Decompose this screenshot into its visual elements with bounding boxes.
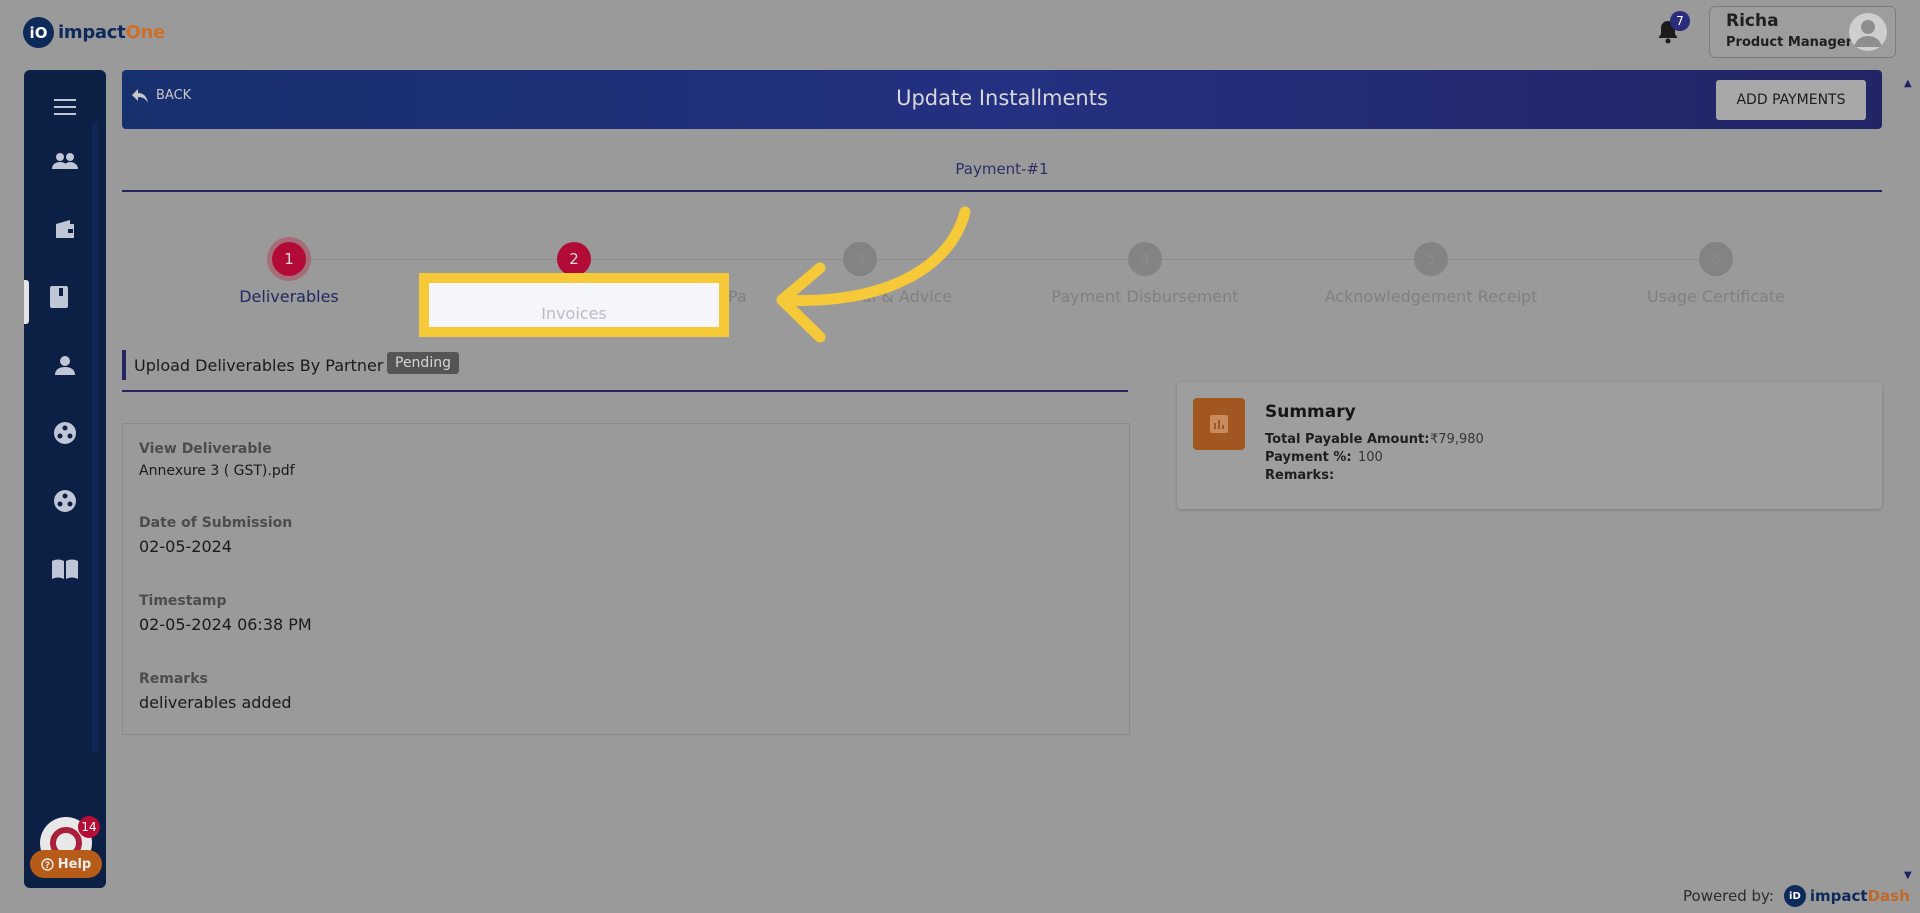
step-acknowledgement-receipt[interactable]: 5 Acknowledgement Receipt bbox=[1311, 242, 1551, 306]
summary-card: Summary Total Payable Amount: ₹79,980 Pa… bbox=[1177, 382, 1882, 509]
summary-title: Summary bbox=[1265, 402, 1356, 422]
section-accent-bar bbox=[122, 350, 126, 380]
help-label: Help bbox=[57, 856, 92, 872]
step-payment-disbursement[interactable]: 4 Payment Disbursement bbox=[1025, 242, 1265, 306]
remarks-label: Remarks bbox=[139, 671, 208, 687]
step-label: Deliverables bbox=[239, 287, 339, 306]
date-of-submission-value: 02-05-2024 bbox=[139, 537, 232, 556]
step-number: 5 bbox=[1414, 242, 1448, 276]
step-deliverables[interactable]: 1 Deliverables bbox=[169, 242, 409, 306]
user-avatar-icon bbox=[1849, 13, 1887, 51]
book-icon[interactable] bbox=[44, 282, 74, 312]
person-icon[interactable] bbox=[50, 350, 80, 380]
scroll-up-arrow-icon[interactable]: ▲ bbox=[1904, 78, 1912, 89]
step-label: Acknowledgement Receipt bbox=[1324, 287, 1538, 306]
deliverable-details-card: View Deliverable Annexure 3 ( GST).pdf D… bbox=[122, 423, 1130, 735]
user-menu[interactable]: Richa Product Manager bbox=[1709, 6, 1896, 58]
invoices-step-highlight[interactable]: Invoices bbox=[419, 273, 729, 337]
tab-payment-1[interactable]: Payment-#1 bbox=[122, 150, 1882, 192]
payment-percent-value: 100 bbox=[1358, 450, 1383, 465]
menu-icon[interactable] bbox=[50, 92, 80, 122]
step-number: 1 bbox=[272, 242, 306, 276]
users-icon[interactable] bbox=[50, 146, 80, 176]
date-of-submission-label: Date of Submission bbox=[139, 515, 293, 531]
highlight-label: Invoices bbox=[541, 304, 607, 323]
user-role: Product Manager bbox=[1726, 35, 1853, 50]
timestamp-label: Timestamp bbox=[139, 593, 227, 609]
wallet-icon[interactable] bbox=[50, 214, 80, 244]
group-icon[interactable] bbox=[50, 486, 80, 516]
section-title: Upload Deliverables By Partner bbox=[134, 356, 384, 375]
add-payments-button[interactable]: ADD PAYMENTS bbox=[1716, 80, 1866, 120]
deliverable-file-link[interactable]: Annexure 3 ( GST).pdf bbox=[139, 463, 295, 479]
page-title: Update Installments bbox=[896, 86, 1108, 110]
step-label: Payment Disbursement bbox=[1051, 287, 1239, 306]
view-deliverable-label: View Deliverable bbox=[139, 441, 272, 457]
impactdash-logo: iD impactDash bbox=[1783, 885, 1910, 907]
top-bar: iO impactOne 7 Richa Product Manager bbox=[0, 0, 1920, 66]
upload-deliverables-header: Upload Deliverables By Partner Pending bbox=[122, 350, 1128, 392]
pointer-arrow-icon bbox=[776, 206, 971, 343]
scroll-down-arrow-icon[interactable]: ▼ bbox=[1904, 870, 1912, 881]
help-button[interactable]: ? Help bbox=[30, 850, 102, 878]
status-badge: Pending bbox=[387, 352, 459, 374]
total-payable-value: ₹79,980 bbox=[1430, 432, 1484, 447]
step-invoices[interactable]: 2 bbox=[454, 242, 694, 276]
help-icon: ? bbox=[41, 857, 54, 871]
step-label: Usage Certificate bbox=[1646, 287, 1786, 306]
svg-text:?: ? bbox=[45, 861, 50, 871]
logo-mark: iO bbox=[23, 17, 54, 48]
notification-count-badge: 7 bbox=[1670, 11, 1690, 31]
app-logo[interactable]: iO impactOne bbox=[23, 17, 165, 48]
user-name: Richa bbox=[1726, 11, 1779, 31]
remarks-value: deliverables added bbox=[139, 693, 292, 712]
assistant-badge: 14 bbox=[78, 816, 100, 838]
powered-by: Powered by: iD impactDash bbox=[1683, 885, 1910, 907]
sidebar: 14 ? Help bbox=[24, 70, 106, 888]
total-payable-label: Total Payable Amount: bbox=[1265, 432, 1430, 447]
page-header-banner: BACK Update Installments ADD PAYMENTS bbox=[122, 70, 1882, 129]
timestamp-value: 02-05-2024 06:38 PM bbox=[139, 615, 312, 634]
open-book-icon[interactable] bbox=[50, 554, 80, 584]
chart-icon bbox=[1193, 398, 1245, 450]
tab-label: Payment-#1 bbox=[955, 160, 1049, 178]
logo-text: impactOne bbox=[58, 22, 165, 43]
summary-remarks-label: Remarks: bbox=[1265, 468, 1335, 483]
step-number: 6 bbox=[1699, 242, 1733, 276]
sidebar-scrollbar[interactable] bbox=[92, 122, 98, 752]
step-number: 2 bbox=[557, 242, 591, 276]
payment-percent-label: Payment %: bbox=[1265, 450, 1352, 465]
group-icon[interactable] bbox=[50, 418, 80, 448]
powered-label: Powered by: bbox=[1683, 887, 1774, 905]
step-number: 4 bbox=[1128, 242, 1162, 276]
step-usage-certificate[interactable]: 6 Usage Certificate bbox=[1596, 242, 1836, 306]
sidebar-active-indicator bbox=[24, 280, 29, 324]
